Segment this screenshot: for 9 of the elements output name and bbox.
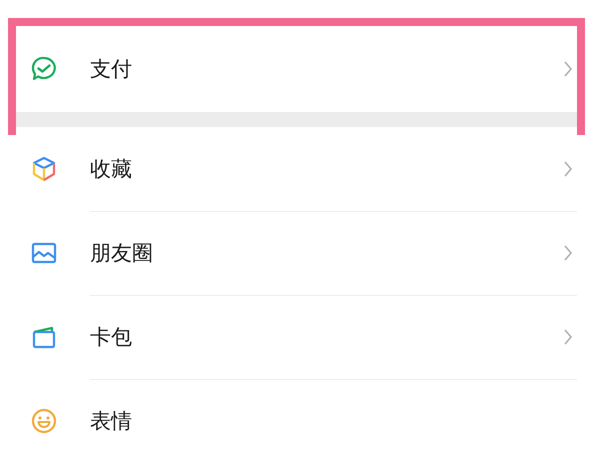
menu-label: 收藏 [90, 156, 132, 182]
check-bubble-icon [30, 55, 58, 83]
menu-label: 朋友圈 [90, 240, 153, 266]
menu-label: 表情 [90, 408, 132, 435]
cube-icon [30, 155, 58, 183]
menu-item[interactable]: 收藏 [16, 127, 577, 211]
smiley-icon [30, 407, 58, 435]
menu-label: 支付 [90, 56, 132, 83]
menu-label: 卡包 [90, 324, 132, 350]
